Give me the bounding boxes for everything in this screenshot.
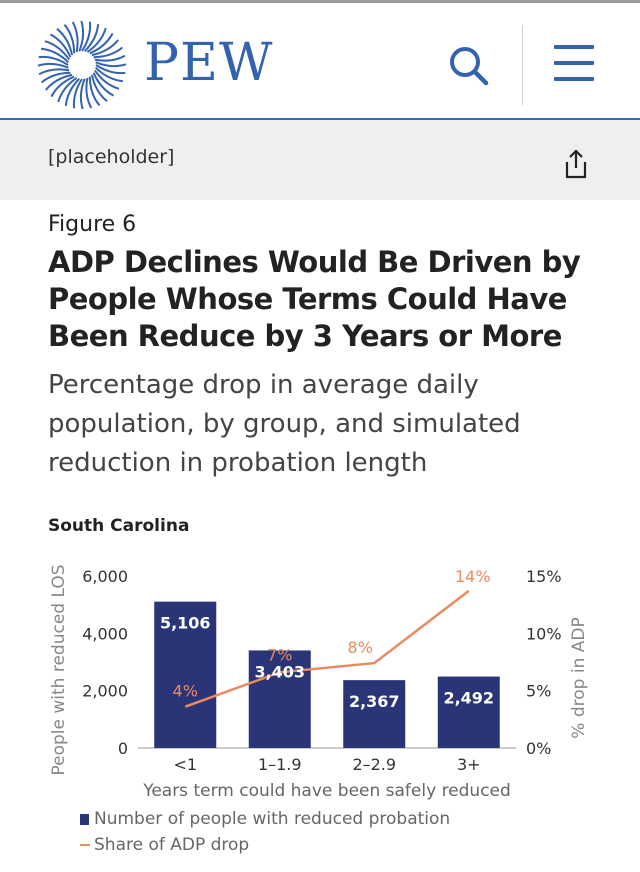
legend-bar-swatch: [80, 814, 89, 825]
adp-drop-line: [184, 589, 470, 708]
figure-title: ADP Declines Would Be Driven by People W…: [48, 245, 581, 353]
site-header: PEW: [0, 3, 640, 119]
pew-sunburst-logo-icon[interactable]: [34, 17, 130, 113]
brand-logo-text[interactable]: PEW: [144, 33, 273, 93]
y-tick-label: 4,000: [82, 624, 128, 643]
x-axis-title: Years term could have been safely reduce…: [142, 781, 511, 801]
line-value-label: 4%: [173, 682, 198, 701]
y2-axis-title: % drop in ADP: [569, 617, 589, 738]
logo-ray: [83, 23, 100, 52]
y2-tick-label: 15%: [526, 567, 562, 586]
line-value-label: 8%: [348, 638, 373, 657]
y2-tick-label: 10%: [526, 624, 562, 643]
y2-tick-label: 5%: [526, 682, 551, 701]
toolbar: [placeholder]: [0, 120, 640, 200]
line-value-label: 7%: [267, 645, 292, 664]
logo-ray: [37, 62, 69, 69]
header-divider: [522, 25, 523, 105]
combo-bar-line-chart: 0 2,000 4,000 6,000 0% 5% 10% 15% 5,106 3,403 2,36…: [49, 564, 589, 801]
legend-line-swatch: [80, 844, 90, 846]
share-icon[interactable]: [560, 148, 592, 180]
logo-ray: [40, 47, 69, 64]
figure-label: Figure 6: [48, 212, 137, 237]
logo-ray: [64, 78, 81, 107]
y-axis-title: People with reduced LOS: [49, 564, 69, 775]
x-tick-label: 2–2.9: [352, 755, 396, 774]
bar-value-label: 3,403: [254, 662, 305, 681]
logo-ray: [79, 78, 86, 110]
region-label: South Carolina: [48, 516, 190, 536]
bar: [437, 676, 500, 748]
y-tick-label: 6,000: [82, 567, 128, 586]
y2-tick-label: 0%: [526, 739, 551, 758]
search-icon[interactable]: [444, 41, 494, 91]
logo-ray: [78, 20, 85, 52]
logo-ray: [95, 66, 124, 83]
bar-value-label: 2,492: [443, 689, 494, 708]
bar: [343, 680, 406, 748]
legend-label-line: Share of ADP drop: [94, 835, 250, 855]
x-tick-label: 1–1.9: [258, 755, 302, 774]
figure-subtitle: Percentage drop in average daily populat…: [48, 370, 521, 478]
bar-value-label: 5,106: [160, 614, 211, 633]
x-tick-label: 3+: [457, 755, 481, 774]
hamburger-menu-icon[interactable]: [550, 43, 600, 87]
line-value-label: 14%: [455, 567, 491, 586]
logo-ray: [95, 61, 127, 68]
toolbar-title: [placeholder]: [48, 146, 175, 168]
bar-value-label: 2,367: [349, 692, 400, 711]
y-tick-label: 2,000: [82, 682, 128, 701]
x-tick-label: <1: [173, 755, 197, 774]
legend-label-bars: Number of people with reduced probation: [94, 809, 451, 829]
y-tick-label: 0: [118, 739, 128, 758]
